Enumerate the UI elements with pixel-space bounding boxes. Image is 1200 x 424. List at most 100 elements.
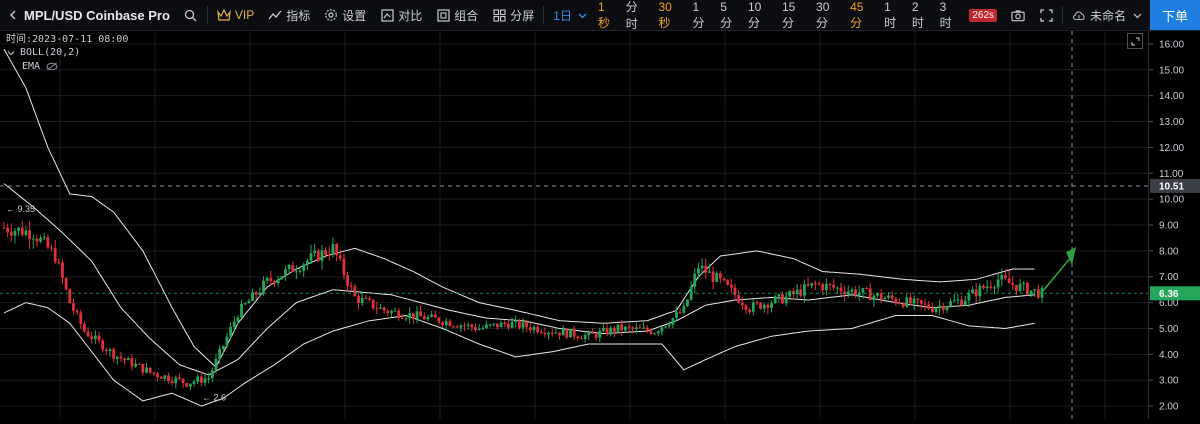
candle-body <box>42 237 46 239</box>
candle <box>167 372 170 384</box>
interval-2[interactable]: 30秒 <box>653 0 687 31</box>
candle-body <box>112 349 116 359</box>
interval-4[interactable]: 5分 <box>715 0 743 31</box>
candle-body <box>591 332 594 334</box>
indicator-chart-icon <box>268 8 282 22</box>
candle-body <box>744 305 748 310</box>
order-button[interactable]: 下单 <box>1150 0 1200 30</box>
candle-body <box>280 276 284 280</box>
candle <box>993 285 996 295</box>
search-button[interactable] <box>177 0 205 30</box>
candle <box>254 290 258 300</box>
candle-body <box>83 323 86 332</box>
candle-body <box>645 327 649 331</box>
candle <box>591 328 594 334</box>
candle-body <box>448 321 452 327</box>
candle <box>963 295 967 307</box>
camera-icon <box>1011 8 1025 22</box>
price-chart[interactable]: ← 9.35 ← 2.6 <box>0 31 1148 419</box>
candle <box>181 378 185 389</box>
candle <box>784 292 788 307</box>
candlesticks <box>2 220 1044 390</box>
candle-body <box>163 375 167 379</box>
candle <box>854 285 857 299</box>
compare-button[interactable]: 对比 <box>373 0 429 30</box>
candle <box>415 305 419 324</box>
candle-body <box>338 255 342 259</box>
fullscreen-icon <box>1039 8 1053 22</box>
candle-body <box>159 376 163 379</box>
legend-ema-row[interactable]: EMA <box>6 59 128 73</box>
candle <box>448 319 452 327</box>
candle-body <box>170 381 174 384</box>
axis-tick-label: 4.00 <box>1159 350 1179 361</box>
candle-body <box>236 317 240 322</box>
candle <box>1029 290 1033 298</box>
split-screen-button[interactable]: 分屏 <box>485 0 541 30</box>
candle-body <box>521 322 525 328</box>
candle <box>795 283 799 300</box>
vip-button[interactable]: VIP <box>210 0 261 30</box>
compare-icon <box>380 8 394 22</box>
candle-body <box>97 335 101 341</box>
candle-body <box>781 294 784 304</box>
eye-hidden-icon[interactable] <box>45 59 59 73</box>
candle-body <box>499 322 503 328</box>
interval-6[interactable]: 15分 <box>777 0 811 31</box>
candle-body <box>31 238 35 240</box>
candle <box>199 371 203 387</box>
chevron-down-icon <box>6 48 15 57</box>
interval-1[interactable]: 分时 <box>621 0 654 32</box>
candle <box>934 307 938 315</box>
candle-body <box>887 295 890 298</box>
candle-body <box>726 280 730 285</box>
candle-body <box>587 332 591 336</box>
price-annotation: ← 2.6 <box>202 393 226 403</box>
interval-9[interactable]: 1时 <box>879 0 907 31</box>
candle-body <box>126 357 130 361</box>
candle <box>656 329 660 337</box>
cloud-upload-icon <box>1072 8 1086 22</box>
combine-button[interactable]: 组合 <box>429 0 485 30</box>
interval-11[interactable]: 3时 <box>935 0 963 31</box>
candle-body <box>941 305 945 311</box>
candle <box>185 382 189 388</box>
interval-10[interactable]: 2时 <box>907 0 935 31</box>
candle <box>42 232 46 241</box>
interval-7[interactable]: 30分 <box>811 0 845 31</box>
interval-0[interactable]: 1秒 <box>593 0 621 31</box>
price-axis[interactable]: 2.00 3.00 4.00 5.00 6.00 7.00 8.00 9.00 10.00 11.… <box>1148 31 1200 419</box>
candle <box>35 234 39 247</box>
symbol-title[interactable]: MPL/USD Coinbase Pro <box>0 0 177 30</box>
screenshot-button[interactable] <box>1004 0 1032 30</box>
candle <box>492 323 496 327</box>
candle-body <box>145 367 148 373</box>
candle-body <box>232 321 236 327</box>
fullscreen-button[interactable] <box>1032 0 1060 30</box>
candle-body <box>185 383 189 387</box>
legend-boll-row[interactable]: BOLL(20,2) <box>6 46 128 59</box>
candle <box>971 286 974 294</box>
separator <box>206 6 208 24</box>
candle-body <box>141 364 145 373</box>
interval-8[interactable]: 45分 <box>845 0 879 31</box>
candle-body <box>547 332 550 335</box>
candle <box>390 309 393 317</box>
candle-body <box>788 291 792 297</box>
indicators-button[interactable]: 指标 <box>261 0 317 30</box>
interval-5[interactable]: 10分 <box>743 0 777 31</box>
candle-body <box>1022 282 1026 284</box>
timer-badge-text: 262s <box>969 8 998 22</box>
candle <box>1036 284 1040 300</box>
legend-time: 时间:2023-07-11 08:00 <box>6 34 129 45</box>
candle-body <box>379 307 382 309</box>
candle <box>667 321 671 329</box>
settings-button[interactable]: 设置 <box>317 0 373 30</box>
candle <box>923 298 927 311</box>
interval-selector[interactable]: 1日 <box>546 0 593 30</box>
interval-3[interactable]: 1分 <box>688 0 716 31</box>
candle <box>170 376 174 386</box>
candle-body <box>598 330 602 338</box>
expand-chart-button[interactable] <box>1127 33 1143 49</box>
candle <box>550 328 554 338</box>
